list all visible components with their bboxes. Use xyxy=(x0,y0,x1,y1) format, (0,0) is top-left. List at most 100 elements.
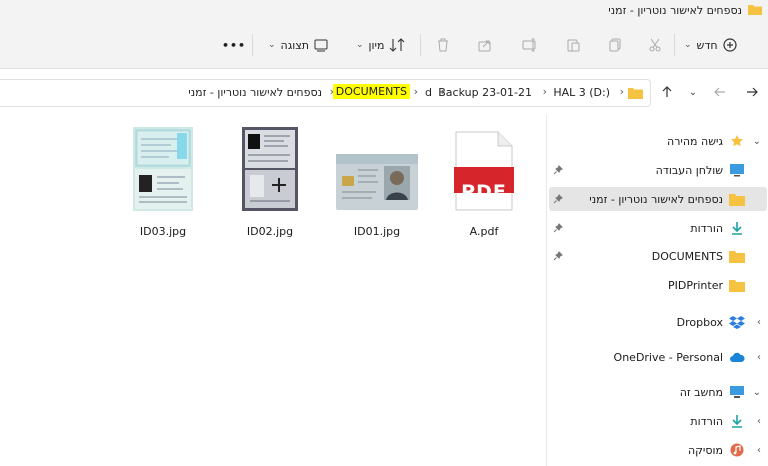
arrow-right-icon xyxy=(747,87,758,97)
scissors-icon xyxy=(649,38,661,52)
file-name: ID03.jpg xyxy=(139,225,187,238)
nav-item-dropbox[interactable]: Dropbox ‹ xyxy=(549,310,767,334)
pin-icon xyxy=(553,194,563,204)
delete-button[interactable] xyxy=(436,35,450,55)
paste-button[interactable] xyxy=(566,35,580,55)
breadcrumb-d[interactable]: d xyxy=(425,86,432,99)
file-list: ID03.jpg ID02.jpg ID01.jpg PDF A.pdf xyxy=(0,115,545,466)
chevron-right-icon: › xyxy=(542,85,547,98)
address-bar[interactable]: › HAL 3 (D:) › Backup 23-01-21 › d › DOC… xyxy=(0,79,651,107)
paste-icon xyxy=(567,39,580,52)
navigation-pane: גישה מהירה ⌄ שולחן העבודה נספחים לאישור … xyxy=(546,115,768,466)
cut-button[interactable] xyxy=(648,35,662,55)
nav-item-downloads[interactable]: הורדות xyxy=(549,216,767,240)
id-booklet-thumbnail xyxy=(242,127,298,211)
download-icon xyxy=(729,413,745,429)
chevron-left-icon[interactable]: ‹ xyxy=(757,445,761,456)
file-item[interactable]: PDF A.pdf xyxy=(439,127,529,247)
trash-icon xyxy=(438,38,448,52)
chevron-right-icon: › xyxy=(329,85,334,98)
nav-label: מחשב זה xyxy=(679,385,723,399)
star-icon xyxy=(729,133,745,149)
up-button[interactable] xyxy=(657,83,677,101)
new-button[interactable]: ⌄ חדש xyxy=(684,35,737,55)
toolbar-divider xyxy=(252,34,253,56)
rename-icon xyxy=(522,38,536,52)
nav-label: מוסיקה xyxy=(687,443,723,457)
folder-icon xyxy=(729,277,745,293)
chevron-down-icon[interactable]: ⌄ xyxy=(753,136,761,147)
nav-item-documents[interactable]: DOCUMENTS xyxy=(549,244,767,268)
arrow-left-icon xyxy=(714,87,725,97)
breadcrumb-hal3[interactable]: HAL 3 (D:) xyxy=(553,86,610,99)
address-row: › HAL 3 (D:) › Backup 23-01-21 › d › DOC… xyxy=(0,69,768,115)
music-icon xyxy=(729,442,745,458)
plus-circle-icon xyxy=(722,38,737,52)
file-item[interactable]: ID03.jpg xyxy=(118,127,208,247)
toolbar-divider xyxy=(674,34,675,56)
file-name: ID02.jpg xyxy=(246,225,294,238)
nav-label: PIDPrinter xyxy=(668,278,723,292)
back-button[interactable] xyxy=(742,83,762,101)
pdf-badge-label: PDF xyxy=(461,181,507,203)
nav-label: נספחים לאישור נוטריון - זמני xyxy=(589,192,723,206)
chevron-down-icon: ⌄ xyxy=(684,40,692,50)
breadcrumb-current-folder[interactable]: נספחים לאישור נוטריון - זמני xyxy=(188,86,322,99)
chevron-left-icon[interactable]: ‹ xyxy=(757,317,761,328)
sort-button[interactable]: ⌄ מיון xyxy=(356,35,405,55)
chevron-down-icon[interactable]: ⌄ xyxy=(753,387,761,398)
copy-button[interactable] xyxy=(608,35,622,55)
nav-item-pc-downloads[interactable]: הורדות ‹ xyxy=(549,409,767,433)
file-name: A.pdf xyxy=(469,225,499,238)
breadcrumb-documents[interactable]: DOCUMENTS xyxy=(332,84,410,99)
nav-label: הורדות xyxy=(690,221,723,235)
view-button[interactable]: ⌄ תצוגה xyxy=(268,35,328,55)
arrow-up-icon xyxy=(662,86,672,97)
forward-button[interactable] xyxy=(710,83,730,101)
rename-button[interactable] xyxy=(522,35,538,55)
view-icon xyxy=(314,39,328,52)
share-button[interactable] xyxy=(478,35,492,55)
window-title: נספחים לאישור נוטריון - זמני xyxy=(608,4,742,17)
chevron-down-icon: ⌄ xyxy=(268,40,276,50)
nav-item-current-folder[interactable]: נספחים לאישור נוטריון - זמני xyxy=(549,187,767,211)
dropbox-icon xyxy=(729,314,745,330)
recent-locations-button[interactable]: ⌄ xyxy=(683,83,703,101)
view-label: תצוגה xyxy=(280,38,310,52)
toolbar-divider xyxy=(420,34,421,56)
desktop-icon xyxy=(729,162,745,178)
id-card-thumbnail xyxy=(336,154,418,210)
pin-icon xyxy=(553,251,563,261)
nav-label: הורדות xyxy=(690,414,723,428)
nav-item-music[interactable]: מוסיקה ‹ xyxy=(549,438,767,462)
sort-label: מיון xyxy=(368,38,385,52)
title-bar: נספחים לאישור נוטריון - זמני xyxy=(0,0,768,22)
sort-icon xyxy=(390,38,405,52)
file-item[interactable]: ID02.jpg xyxy=(225,127,315,247)
file-item[interactable]: ID01.jpg xyxy=(332,127,422,247)
nav-item-desktop[interactable]: שולחן העבודה xyxy=(549,158,767,182)
folder-icon xyxy=(748,5,762,15)
folder-icon xyxy=(628,88,643,99)
folder-icon xyxy=(729,191,745,207)
nav-item-onedrive[interactable]: OneDrive - Personal ‹ xyxy=(549,345,767,369)
passport-thumbnail xyxy=(133,127,193,211)
nav-quick-access[interactable]: גישה מהירה ⌄ xyxy=(549,129,767,153)
nav-item-pidprinter[interactable]: PIDPrinter xyxy=(549,273,767,297)
nav-item-this-pc[interactable]: מחשב זה ⌄ xyxy=(549,380,767,404)
nav-label: גישה מהירה xyxy=(667,134,723,148)
chevron-left-icon[interactable]: ‹ xyxy=(757,352,761,363)
file-name: ID01.jpg xyxy=(353,225,401,238)
more-options-button[interactable]: ••• xyxy=(222,35,246,55)
breadcrumb-backup[interactable]: Backup 23-01-21 xyxy=(438,86,532,99)
download-icon xyxy=(729,220,745,236)
chevron-left-icon[interactable]: ‹ xyxy=(757,416,761,427)
chevron-down-icon: ⌄ xyxy=(356,40,364,50)
chevron-right-icon: › xyxy=(413,85,418,98)
nav-label: OneDrive - Personal xyxy=(613,350,723,364)
new-label: חדש xyxy=(696,38,718,52)
nav-label: שולחן העבודה xyxy=(655,163,723,177)
computer-icon xyxy=(729,384,745,400)
pin-icon xyxy=(553,165,563,175)
nav-label: Dropbox xyxy=(676,315,723,329)
